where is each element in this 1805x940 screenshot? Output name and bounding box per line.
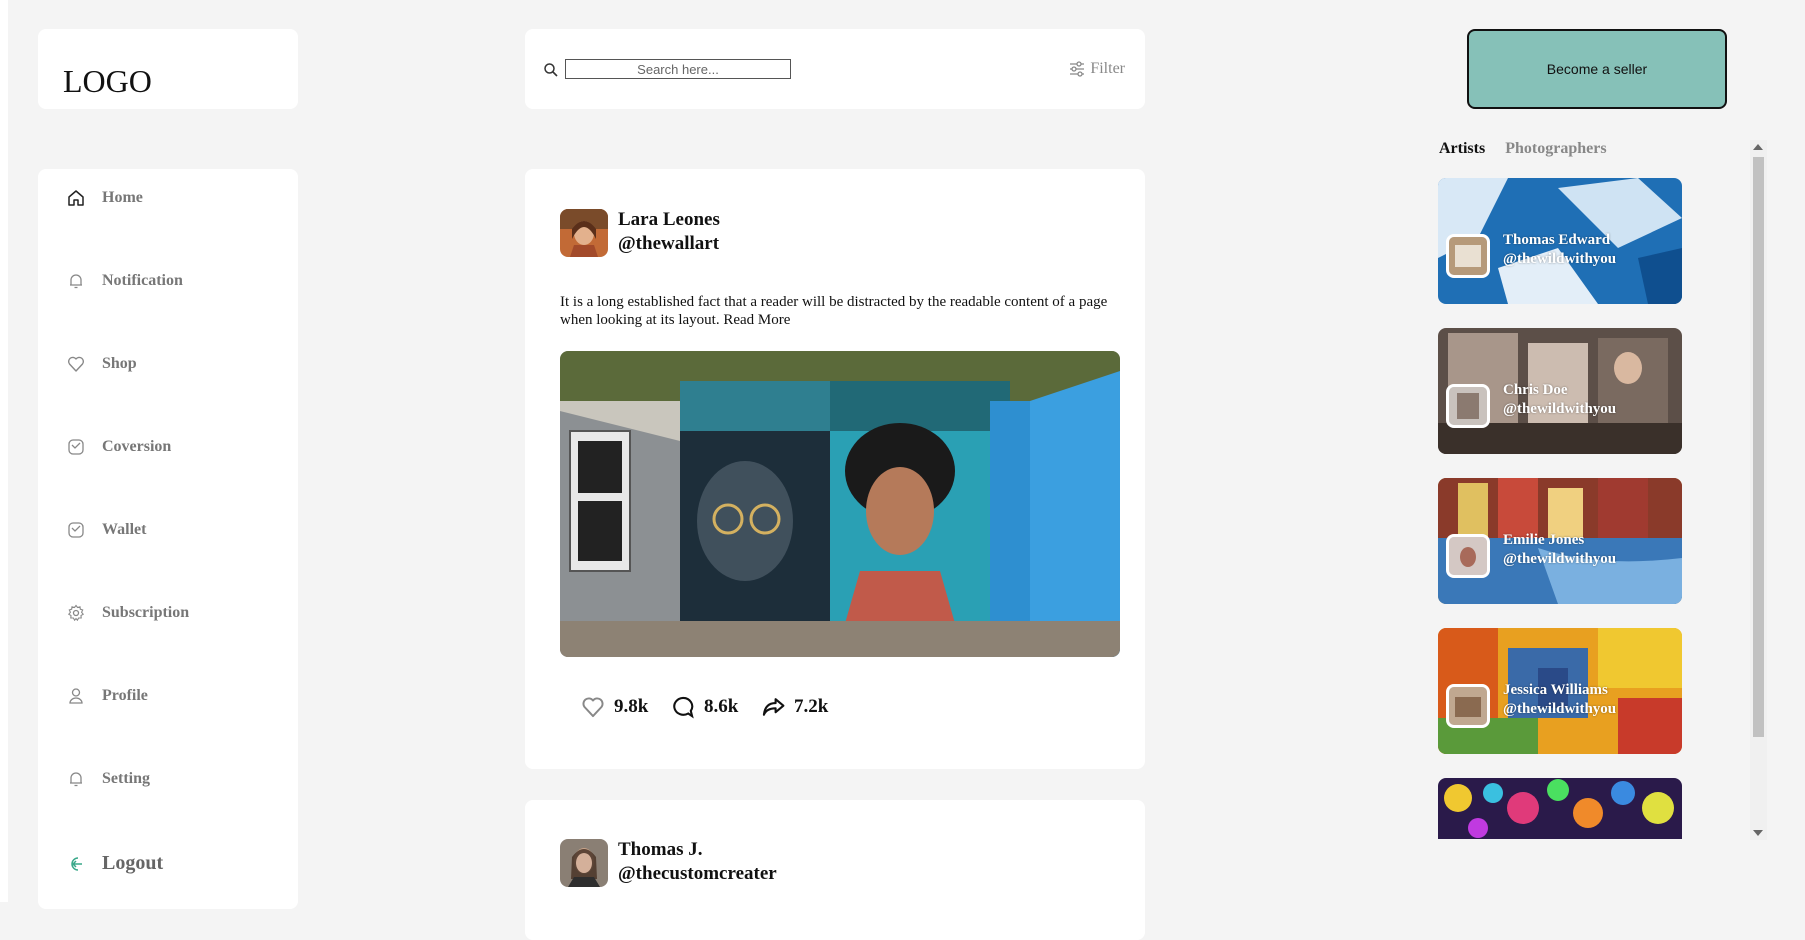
avatar — [1446, 684, 1490, 728]
artist-tabs: Artists Photographers — [1439, 140, 1607, 158]
artist-handle: @thewildwithyou — [1503, 401, 1617, 417]
heart-icon — [67, 356, 85, 372]
avatar — [1446, 234, 1490, 278]
gear-icon — [67, 604, 85, 622]
artist-name: Thomas Edward — [1503, 232, 1611, 248]
sidebar-item-label: Logout — [102, 852, 164, 874]
sidebar-item-logout[interactable]: Logout — [66, 852, 163, 875]
sidebar-item-label: Home — [102, 189, 143, 206]
artist-card[interactable] — [1438, 778, 1682, 839]
post-image[interactable] — [560, 351, 1120, 657]
post-author-name[interactable]: Thomas J. — [618, 839, 702, 861]
avatar[interactable] — [560, 209, 608, 257]
bell-icon — [70, 274, 82, 289]
wallet-icon — [68, 522, 84, 538]
filter-button[interactable]: Filter — [1068, 60, 1125, 78]
scroll-thumb[interactable] — [1753, 157, 1764, 737]
sidebar-item-notification[interactable]: Notification — [66, 271, 183, 291]
tab-photographers[interactable]: Photographers — [1505, 140, 1606, 158]
post-author-handle[interactable]: @thewallart — [618, 233, 719, 255]
post-author-name[interactable]: Lara Leones — [618, 209, 720, 231]
artist-card[interactable]: Emilie Jones @thewildwithyou — [1438, 478, 1682, 604]
post-author-handle[interactable]: @thecustomcreater — [618, 863, 777, 885]
artist-handle: @thewildwithyou — [1503, 251, 1617, 267]
artist-card[interactable]: Jessica Williams @thewildwithyou — [1438, 628, 1682, 754]
sidebar-item-label: Setting — [102, 770, 150, 787]
logout-icon — [71, 856, 82, 871]
sidebar-item-profile[interactable]: Profile — [66, 686, 148, 706]
home-icon — [68, 190, 84, 206]
avatar[interactable] — [560, 839, 608, 887]
avatar — [1446, 534, 1490, 578]
sidebar-item-home[interactable]: Home — [66, 188, 143, 208]
sidebar-item-label: Coversion — [102, 438, 172, 455]
sidebar-item-subscription[interactable]: Subscription — [66, 603, 189, 623]
logo-card: LOGO — [38, 29, 298, 109]
sidebar-item-label: Notification — [102, 272, 183, 289]
avatar — [1446, 384, 1490, 428]
sidebar-item-label: Wallet — [102, 521, 147, 538]
sidebar-item-shop[interactable]: Shop — [66, 354, 137, 374]
like-count: 9.8k — [614, 696, 649, 717]
artist-name: Jessica Williams — [1503, 682, 1608, 698]
share-count: 7.2k — [794, 696, 829, 717]
artist-list-scrollbar[interactable] — [1750, 140, 1767, 840]
heart-icon — [582, 697, 604, 718]
share-icon — [762, 698, 785, 716]
post-card: Thomas J. @thecustomcreater — [525, 800, 1145, 940]
filter-label: Filter — [1090, 60, 1125, 77]
user-icon — [69, 688, 83, 704]
like-stat[interactable]: 9.8k — [580, 694, 648, 720]
chart-icon — [68, 439, 84, 455]
sidebar: Home Notification Shop Coversion Wallet … — [38, 169, 298, 909]
sidebar-item-setting[interactable]: Setting — [66, 769, 150, 789]
artist-name: Emilie Jones — [1503, 532, 1585, 548]
post-card: Lara Leones @thewallart It is a long est… — [525, 169, 1145, 769]
scroll-up-arrow[interactable] — [1753, 144, 1763, 150]
left-edge-strip — [0, 0, 8, 902]
artist-name: Chris Doe — [1503, 382, 1568, 398]
filter-icon — [1070, 61, 1085, 77]
artist-card[interactable]: Chris Doe @thewildwithyou — [1438, 328, 1682, 454]
search-icon[interactable] — [543, 62, 559, 78]
artist-handle: @thewildwithyou — [1503, 701, 1617, 717]
post-text: It is a long established fact that a rea… — [560, 294, 1108, 328]
artist-handle: @thewildwithyou — [1503, 551, 1617, 567]
sidebar-item-label: Profile — [102, 687, 148, 704]
search-input[interactable] — [565, 59, 791, 79]
sidebar-item-label: Subscription — [102, 604, 190, 621]
search-bar: Filter — [525, 29, 1145, 109]
comment-count: 8.6k — [704, 696, 739, 717]
logo[interactable]: LOGO — [63, 63, 152, 100]
sidebar-item-label: Shop — [102, 355, 137, 372]
become-seller-button[interactable]: Become a seller — [1467, 29, 1727, 109]
artist-card[interactable]: Thomas Edward @thewildwithyou — [1438, 178, 1682, 304]
share-stat[interactable]: 7.2k — [760, 694, 828, 720]
scroll-down-arrow[interactable] — [1753, 830, 1763, 836]
sidebar-item-coversion[interactable]: Coversion — [66, 437, 171, 457]
comment-icon — [673, 696, 694, 719]
comment-stat[interactable]: 8.6k — [670, 694, 738, 720]
tab-artists[interactable]: Artists — [1439, 140, 1485, 158]
sidebar-item-wallet[interactable]: Wallet — [66, 520, 146, 540]
bell-icon — [70, 772, 82, 787]
